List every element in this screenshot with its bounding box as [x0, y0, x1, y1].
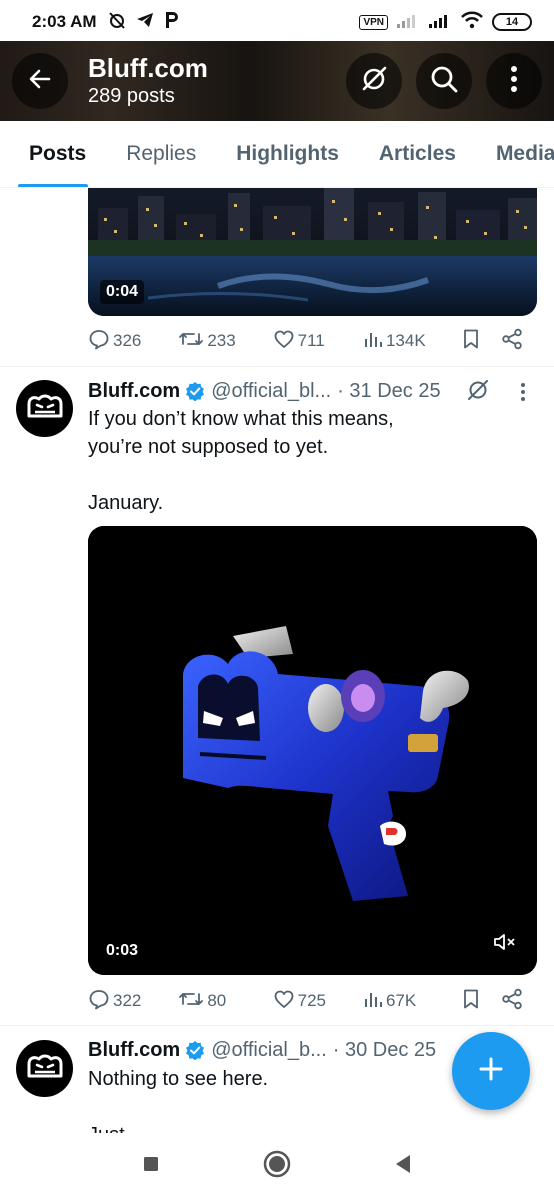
bluff-logo-icon — [25, 1052, 65, 1085]
tab-posts[interactable]: Posts — [0, 121, 106, 187]
home-button[interactable] — [262, 1149, 292, 1184]
battery-indicator: 14 — [492, 13, 532, 31]
like-button[interactable]: 711 — [273, 328, 363, 355]
reply-button[interactable]: 326 — [88, 328, 178, 355]
search-icon — [429, 64, 459, 99]
repost-count: 80 — [207, 991, 227, 1010]
grok-button[interactable] — [346, 53, 402, 109]
bookmark-button[interactable] — [461, 988, 494, 1015]
post-video[interactable]: 0:03 — [88, 526, 537, 975]
plus-icon — [478, 1056, 504, 1087]
verified-badge-icon — [185, 1040, 205, 1060]
post-date[interactable]: · 30 Dec 25 — [333, 1039, 436, 1062]
repost-icon — [178, 328, 204, 355]
reply-button[interactable]: 322 — [88, 988, 178, 1015]
view-count: 134K — [385, 331, 426, 350]
share-button[interactable] — [501, 328, 530, 355]
author-name[interactable]: Bluff.com — [88, 1039, 180, 1062]
video-duration: 0:04 — [100, 280, 145, 304]
verified-badge-icon — [185, 381, 205, 401]
repost-button[interactable]: 233 — [178, 328, 272, 355]
recents-button[interactable] — [141, 1154, 161, 1179]
toy-gun-video-thumbnail — [88, 526, 537, 975]
post-divider — [0, 1025, 554, 1026]
post-actions: 326 233 711 134K — [88, 326, 530, 356]
repost-count: 233 — [207, 331, 236, 350]
repost-button[interactable]: 80 — [178, 988, 272, 1015]
repost-icon — [178, 988, 204, 1015]
p-app-icon — [163, 10, 179, 35]
author-handle[interactable]: @official_b... — [211, 1039, 327, 1062]
avatar[interactable] — [16, 380, 73, 437]
mute-icon[interactable] — [493, 932, 517, 957]
profile-header: Bluff.com 289 posts — [0, 41, 554, 121]
signal-icon — [428, 11, 452, 34]
bluff-logo-icon — [25, 392, 65, 425]
post-date[interactable]: · 31 Dec 25 — [337, 380, 440, 403]
wifi-icon — [460, 11, 484, 34]
author-handle[interactable]: @official_bl... — [211, 380, 331, 403]
analytics-icon — [363, 329, 383, 354]
share-icon — [501, 988, 523, 1015]
arrow-left-icon — [27, 66, 53, 97]
system-nav-bar — [0, 1133, 554, 1200]
reply-icon — [88, 988, 110, 1015]
heart-icon — [273, 328, 295, 355]
profile-tabs: Posts Replies Highlights Articles Media — [0, 121, 554, 188]
city-night-video-thumbnail — [88, 188, 537, 316]
tab-articles[interactable]: Articles — [359, 121, 476, 187]
share-button[interactable] — [501, 988, 530, 1015]
more-vertical-icon — [510, 65, 518, 98]
like-count: 725 — [297, 991, 326, 1010]
page-title: Bluff.com — [88, 53, 208, 83]
signal-weak-icon — [396, 11, 420, 34]
telegram-icon — [135, 10, 155, 35]
vpn-badge: VPN — [359, 14, 388, 30]
post-video[interactable]: 0:04 — [88, 188, 537, 316]
reply-icon — [88, 328, 110, 355]
search-button[interactable] — [416, 53, 472, 109]
back-button[interactable] — [12, 53, 68, 109]
more-options-button[interactable] — [486, 53, 542, 109]
post-more-icon[interactable] — [520, 382, 526, 407]
heart-icon — [273, 988, 295, 1015]
post-divider — [0, 366, 554, 367]
reply-count: 322 — [113, 991, 142, 1010]
status-time: 2:03 AM — [32, 12, 97, 31]
author-name[interactable]: Bluff.com — [88, 380, 180, 403]
grok-icon — [359, 64, 389, 99]
bookmark-button[interactable] — [461, 328, 494, 355]
post-text: If you don’t know what this means, you’r… — [88, 408, 394, 514]
tab-media[interactable]: Media — [476, 121, 554, 187]
like-count: 711 — [297, 331, 325, 350]
avatar[interactable] — [16, 1040, 73, 1097]
views-button[interactable]: 67K — [363, 989, 461, 1014]
alarm-off-icon — [107, 10, 127, 35]
reply-count: 326 — [113, 331, 142, 350]
status-bar: 2:03 AM VPN 14 — [0, 0, 554, 44]
video-duration: 0:03 — [100, 939, 145, 963]
post-count: 289 posts — [88, 85, 175, 107]
tab-replies[interactable]: Replies — [106, 121, 216, 187]
tab-highlights[interactable]: Highlights — [216, 121, 359, 187]
compose-button[interactable] — [452, 1032, 530, 1110]
back-nav-button[interactable] — [393, 1153, 413, 1180]
bookmark-icon — [461, 988, 481, 1015]
post-actions: 322 80 725 67K — [88, 986, 530, 1016]
grok-post-icon[interactable] — [466, 378, 490, 407]
share-icon — [501, 328, 523, 355]
like-button[interactable]: 725 — [273, 988, 363, 1015]
views-button[interactable]: 134K — [363, 329, 461, 354]
view-count: 67K — [385, 991, 417, 1010]
analytics-icon — [363, 989, 383, 1014]
bookmark-icon — [461, 328, 481, 355]
